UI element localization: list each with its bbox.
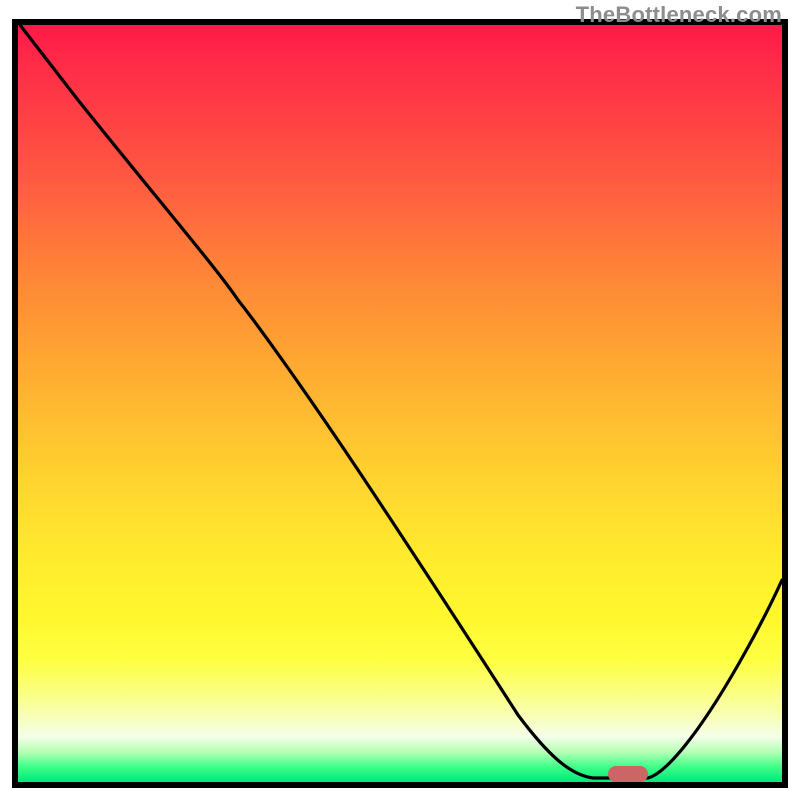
bottleneck-curve	[18, 25, 782, 782]
chart-frame: TheBottleneck.com	[0, 0, 800, 800]
optimal-marker	[608, 766, 648, 782]
axis-border-right	[782, 19, 788, 788]
curve-path	[20, 25, 782, 778]
axis-border-left	[12, 19, 18, 788]
axis-border-bottom	[12, 782, 788, 788]
watermark-text: TheBottleneck.com	[576, 2, 782, 28]
